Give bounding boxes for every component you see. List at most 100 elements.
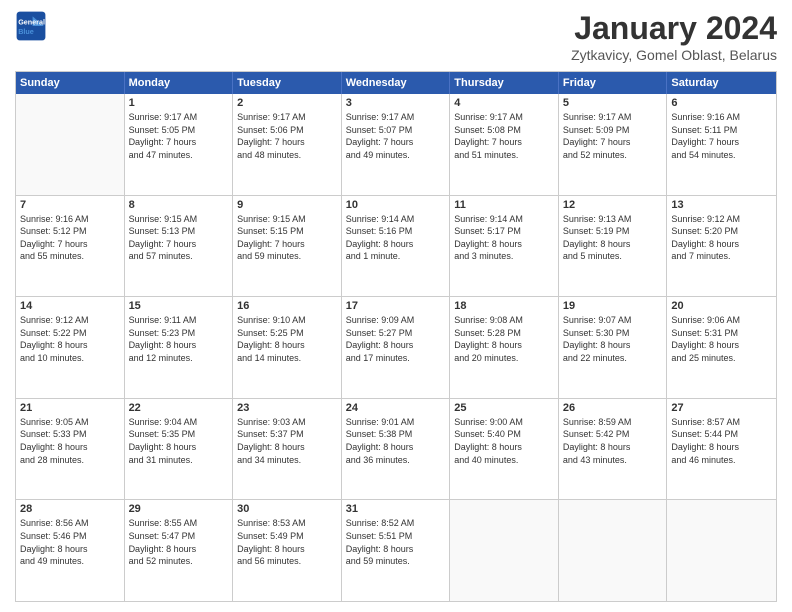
day-cell: 13 Sunrise: 9:12 AM Sunset: 5:20 PM Dayli…: [667, 196, 776, 297]
day-info: Sunrise: 9:16 AM Sunset: 5:11 PM Dayligh…: [671, 111, 772, 161]
day-cell: 24 Sunrise: 9:01 AM Sunset: 5:38 PM Dayli…: [342, 399, 451, 500]
day-cell: 1 Sunrise: 9:17 AM Sunset: 5:05 PM Daylig…: [125, 94, 234, 195]
day-cell: 19Sunrise: 9:07 AM Sunset: 5:30 PM Dayli…: [559, 297, 668, 398]
day-cell: 26 Sunrise: 8:59 AM Sunset: 5:42 PM Dayli…: [559, 399, 668, 500]
day-cell: [559, 500, 668, 601]
day-cell: [667, 500, 776, 601]
day-number: 1: [129, 97, 229, 109]
day-number: 5: [563, 97, 663, 109]
day-info: Sunrise: 9:05 AM Sunset: 5:33 PM Dayligh…: [20, 416, 120, 466]
day-number: 20: [671, 300, 772, 312]
day-cell: 10 Sunrise: 9:14 AM Sunset: 5:16 PM Dayli…: [342, 196, 451, 297]
subtitle: Zytkavicy, Gomel Oblast, Belarus: [571, 47, 777, 63]
day-number: 21: [20, 402, 120, 414]
day-info: Sunrise: 9:07 AM Sunset: 5:30 PM Dayligh…: [563, 314, 663, 364]
day-number: 8: [129, 199, 229, 211]
day-headers: SundayMondayTuesdayWednesdayThursdayFrid…: [16, 72, 776, 94]
day-info: Sunrise: 9:17 AM Sunset: 5:06 PM Dayligh…: [237, 111, 337, 161]
day-number: 28: [20, 503, 120, 515]
day-number: 6: [671, 97, 772, 109]
day-cell: 20 Sunrise: 9:06 AM Sunset: 5:31 PM Dayli…: [667, 297, 776, 398]
day-cell: 12 Sunrise: 9:13 AM Sunset: 5:19 PM Dayli…: [559, 196, 668, 297]
day-cell: 17 Sunrise: 9:09 AM Sunset: 5:27 PM Dayli…: [342, 297, 451, 398]
day-number: 9: [237, 199, 337, 211]
day-header-monday: Monday: [125, 72, 234, 94]
day-cell: 30 Sunrise: 8:53 AM Sunset: 5:49 PM Dayli…: [233, 500, 342, 601]
day-cell: 28Sunrise: 8:56 AM Sunset: 5:46 PM Dayli…: [16, 500, 125, 601]
day-header-sunday: Sunday: [16, 72, 125, 94]
day-number: 17: [346, 300, 446, 312]
day-info: Sunrise: 9:17 AM Sunset: 5:07 PM Dayligh…: [346, 111, 446, 161]
day-info: Sunrise: 9:16 AM Sunset: 5:12 PM Dayligh…: [20, 213, 120, 263]
svg-text:General: General: [18, 17, 45, 26]
day-number: 10: [346, 199, 446, 211]
day-number: 13: [671, 199, 772, 211]
day-info: Sunrise: 9:12 AM Sunset: 5:22 PM Dayligh…: [20, 314, 120, 364]
day-header-wednesday: Wednesday: [342, 72, 451, 94]
day-info: Sunrise: 9:17 AM Sunset: 5:05 PM Dayligh…: [129, 111, 229, 161]
day-cell: 21 Sunrise: 9:05 AM Sunset: 5:33 PM Dayli…: [16, 399, 125, 500]
day-number: 25: [454, 402, 554, 414]
day-number: 29: [129, 503, 229, 515]
week-5: 28Sunrise: 8:56 AM Sunset: 5:46 PM Dayli…: [16, 500, 776, 601]
day-cell: 4 Sunrise: 9:17 AM Sunset: 5:08 PM Daylig…: [450, 94, 559, 195]
day-info: Sunrise: 8:55 AM Sunset: 5:47 PM Dayligh…: [129, 517, 229, 567]
day-number: 27: [671, 402, 772, 414]
day-cell: 8Sunrise: 9:15 AM Sunset: 5:13 PM Daylig…: [125, 196, 234, 297]
day-cell: 11Sunrise: 9:14 AM Sunset: 5:17 PM Dayli…: [450, 196, 559, 297]
day-info: Sunrise: 9:14 AM Sunset: 5:16 PM Dayligh…: [346, 213, 446, 263]
day-cell: 14 Sunrise: 9:12 AM Sunset: 5:22 PM Dayli…: [16, 297, 125, 398]
day-info: Sunrise: 8:59 AM Sunset: 5:42 PM Dayligh…: [563, 416, 663, 466]
day-info: Sunrise: 9:04 AM Sunset: 5:35 PM Dayligh…: [129, 416, 229, 466]
calendar: SundayMondayTuesdayWednesdayThursdayFrid…: [15, 71, 777, 602]
day-cell: 3 Sunrise: 9:17 AM Sunset: 5:07 PM Daylig…: [342, 94, 451, 195]
day-cell: 16Sunrise: 9:10 AM Sunset: 5:25 PM Dayli…: [233, 297, 342, 398]
day-number: 24: [346, 402, 446, 414]
day-number: 31: [346, 503, 446, 515]
day-cell: 29 Sunrise: 8:55 AM Sunset: 5:47 PM Dayli…: [125, 500, 234, 601]
day-info: Sunrise: 9:14 AM Sunset: 5:17 PM Dayligh…: [454, 213, 554, 263]
day-header-thursday: Thursday: [450, 72, 559, 94]
day-cell: 31Sunrise: 8:52 AM Sunset: 5:51 PM Dayli…: [342, 500, 451, 601]
day-cell: 18Sunrise: 9:08 AM Sunset: 5:28 PM Dayli…: [450, 297, 559, 398]
day-info: Sunrise: 9:03 AM Sunset: 5:37 PM Dayligh…: [237, 416, 337, 466]
day-cell: 25 Sunrise: 9:00 AM Sunset: 5:40 PM Dayli…: [450, 399, 559, 500]
day-header-saturday: Saturday: [667, 72, 776, 94]
week-3: 14 Sunrise: 9:12 AM Sunset: 5:22 PM Dayli…: [16, 297, 776, 399]
day-number: 12: [563, 199, 663, 211]
day-info: Sunrise: 9:09 AM Sunset: 5:27 PM Dayligh…: [346, 314, 446, 364]
day-cell: [450, 500, 559, 601]
day-info: Sunrise: 9:01 AM Sunset: 5:38 PM Dayligh…: [346, 416, 446, 466]
day-info: Sunrise: 9:13 AM Sunset: 5:19 PM Dayligh…: [563, 213, 663, 263]
day-number: 23: [237, 402, 337, 414]
day-number: 7: [20, 199, 120, 211]
day-number: 18: [454, 300, 554, 312]
day-number: 4: [454, 97, 554, 109]
header: General Blue January 2024 Zytkavicy, Gom…: [15, 10, 777, 63]
day-info: Sunrise: 9:17 AM Sunset: 5:09 PM Dayligh…: [563, 111, 663, 161]
day-cell: 23 Sunrise: 9:03 AM Sunset: 5:37 PM Dayli…: [233, 399, 342, 500]
day-info: Sunrise: 9:00 AM Sunset: 5:40 PM Dayligh…: [454, 416, 554, 466]
day-info: Sunrise: 9:17 AM Sunset: 5:08 PM Dayligh…: [454, 111, 554, 161]
day-number: 2: [237, 97, 337, 109]
week-4: 21 Sunrise: 9:05 AM Sunset: 5:33 PM Dayli…: [16, 399, 776, 501]
day-header-tuesday: Tuesday: [233, 72, 342, 94]
day-number: 3: [346, 97, 446, 109]
day-info: Sunrise: 8:53 AM Sunset: 5:49 PM Dayligh…: [237, 517, 337, 567]
title-block: January 2024 Zytkavicy, Gomel Oblast, Be…: [571, 10, 777, 63]
day-number: 30: [237, 503, 337, 515]
day-number: 14: [20, 300, 120, 312]
day-info: Sunrise: 9:15 AM Sunset: 5:15 PM Dayligh…: [237, 213, 337, 263]
day-info: Sunrise: 9:12 AM Sunset: 5:20 PM Dayligh…: [671, 213, 772, 263]
day-cell: 7 Sunrise: 9:16 AM Sunset: 5:12 PM Daylig…: [16, 196, 125, 297]
day-info: Sunrise: 9:06 AM Sunset: 5:31 PM Dayligh…: [671, 314, 772, 364]
day-info: Sunrise: 9:10 AM Sunset: 5:25 PM Dayligh…: [237, 314, 337, 364]
day-header-friday: Friday: [559, 72, 668, 94]
weeks: 1 Sunrise: 9:17 AM Sunset: 5:05 PM Daylig…: [16, 94, 776, 601]
day-number: 15: [129, 300, 229, 312]
day-cell: [16, 94, 125, 195]
day-cell: 2 Sunrise: 9:17 AM Sunset: 5:06 PM Daylig…: [233, 94, 342, 195]
svg-text:Blue: Blue: [18, 27, 34, 36]
day-number: 26: [563, 402, 663, 414]
day-cell: 9 Sunrise: 9:15 AM Sunset: 5:15 PM Daylig…: [233, 196, 342, 297]
